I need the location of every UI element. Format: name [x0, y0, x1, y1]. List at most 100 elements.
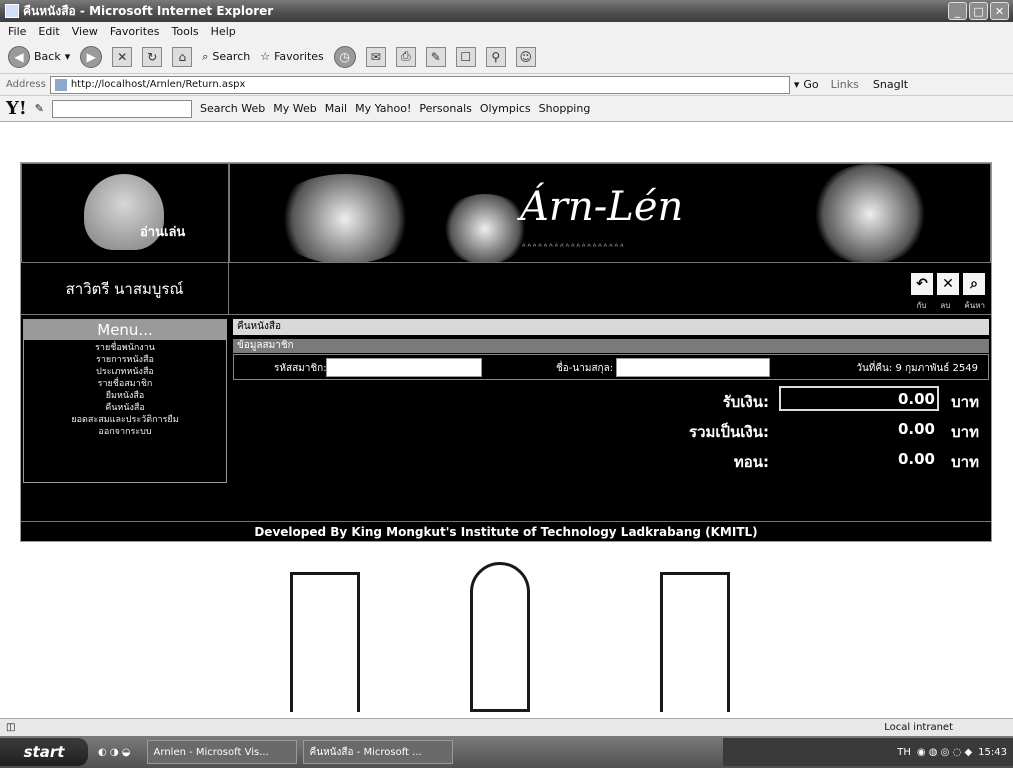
history-button[interactable]: ◷ [333, 45, 356, 68]
yahoo-item-my-yahoo[interactable]: My Yahoo! [355, 102, 411, 115]
tray-icons[interactable]: ◉ ◍ ◎ ◌ ◆ [917, 747, 972, 758]
member-name-input[interactable] [616, 358, 770, 377]
discuss-button[interactable]: ☐ [455, 46, 476, 67]
ie-icon [5, 4, 19, 18]
maximize-button[interactable]: □ [969, 2, 988, 20]
change-unit: บาท [951, 453, 979, 471]
banner-subtitle: ᴬᴬᴬᴬᴬᴬᴬᴬᴬᴬᴬᴬᴬᴬᴬᴬᴬᴬᴬ [522, 242, 626, 251]
page-status-icon: ◫ [6, 722, 16, 733]
address-input[interactable]: http://localhost/Arnlen/Return.aspx [49, 75, 790, 94]
menu-file[interactable]: File [8, 25, 26, 38]
research-button[interactable]: ⚲ [485, 46, 506, 67]
menu-title: Menu... [24, 320, 226, 340]
edit-button[interactable]: ✎ [425, 46, 446, 67]
yahoo-search-button[interactable]: Search Web [200, 102, 265, 115]
menu-edit[interactable]: Edit [38, 25, 59, 38]
site-banner: Árn-Lén ᴬᴬᴬᴬᴬᴬᴬᴬᴬᴬᴬᴬᴬᴬᴬᴬᴬᴬᴬ [229, 163, 991, 263]
browser-content: อ่านเล่น Árn-Lén ᴬᴬᴬᴬᴬᴬᴬᴬᴬᴬᴬᴬᴬᴬᴬᴬᴬᴬᴬ สาว… [0, 122, 1013, 718]
page-tools: ↶ ✕ ⌕ [911, 273, 985, 295]
yahoo-search-input[interactable] [51, 99, 192, 118]
delete-tool-icon[interactable]: ✕ [937, 273, 959, 295]
user-row: สาวิตรี นาสมบูรณ์ ↶ ✕ ⌕ กับ ลบ ค้นหา [21, 263, 991, 315]
yahoo-item-shopping[interactable]: Shopping [539, 102, 591, 115]
task-ie[interactable]: คืนหนังสือ - Microsoft ... [302, 740, 453, 764]
receive-value: 0.00 [897, 390, 935, 408]
side-menu: Menu... รายชื่อพนักงาน รายการหนังสือ ประ… [23, 319, 227, 483]
status-bar: ◫ Local intranet [0, 718, 1013, 736]
window-controls: _ □ ✕ [948, 2, 1009, 20]
total-row: รวมเป็นเงิน: 0.00 บาท [233, 416, 989, 442]
menu-item-books[interactable]: รายการหนังสือ [24, 354, 226, 366]
refresh-button[interactable]: ↻ [142, 46, 163, 67]
menu-item-return[interactable]: คืนหนังสือ [24, 402, 226, 414]
member-info-row: รหัสสมาชิก: ชื่อ-นามสกุล: วันที่คืน: 9 ก… [233, 354, 989, 380]
yahoo-item-mail[interactable]: Mail [325, 102, 347, 115]
yahoo-item-personals[interactable]: Personals [419, 102, 472, 115]
yahoo-logo[interactable]: Y! [6, 98, 27, 119]
address-dropdown-icon[interactable]: ▾ [794, 78, 800, 91]
change-row: ทอน: 0.00 บาท [233, 446, 989, 472]
forward-button[interactable]: ▶ [80, 45, 103, 68]
yahoo-item-my-web[interactable]: My Web [273, 102, 316, 115]
member-info-header: ข้อมูลสมาชิก [233, 339, 989, 353]
menu-item-logout[interactable]: ออกจากระบบ [24, 426, 226, 438]
menu-list: รายชื่อพนักงาน รายการหนังสือ ประเภทหนังส… [24, 340, 226, 438]
site-logo-panel: อ่านเล่น [21, 163, 229, 263]
stop-button[interactable]: ✕ [112, 46, 133, 67]
back-tool-label: กับ [916, 301, 927, 310]
page-footer: Developed By King Mongkut's Institute of… [21, 521, 991, 541]
receive-row: รับเงิน: 0.00 บาท [233, 386, 989, 412]
watermark-emblem [470, 562, 530, 712]
minimize-button[interactable]: _ [948, 2, 967, 20]
language-indicator[interactable]: TH [897, 747, 911, 758]
page-icon [54, 78, 67, 91]
clock: 15:43 [978, 746, 1007, 758]
menu-help[interactable]: Help [211, 25, 236, 38]
go-button[interactable]: Go [803, 78, 818, 91]
delete-tool-label: ลบ [940, 301, 951, 310]
menu-bar: File Edit View Favorites Tools Help [0, 22, 1013, 40]
menu-view[interactable]: View [72, 25, 98, 38]
flower-decoration [440, 194, 530, 262]
snagit-button[interactable]: SnagIt [873, 78, 908, 91]
close-button[interactable]: ✕ [990, 2, 1009, 20]
yahoo-item-olympics[interactable]: Olympics [480, 102, 531, 115]
back-label: Back [34, 50, 61, 63]
menu-tools[interactable]: Tools [172, 25, 199, 38]
taskbar: start ◐ ◑ ◒ Arnlen - Microsoft Vis... คื… [0, 736, 1013, 768]
menu-item-members[interactable]: รายชื่อสมาชิก [24, 378, 226, 390]
search-label: Search [212, 50, 251, 63]
links-button[interactable]: Links [831, 78, 859, 91]
search-tool-icon[interactable]: ⌕ [963, 273, 985, 295]
menu-item-book-types[interactable]: ประเภทหนังสือ [24, 366, 226, 378]
start-button[interactable]: start [0, 738, 88, 766]
quick-launch-icons[interactable]: ◐ ◑ ◒ [98, 747, 131, 758]
kmitl-watermark [180, 542, 820, 712]
window-title: คืนหนังสือ - Microsoft Internet Explorer [23, 3, 274, 18]
site-logo-text: อ่านเล่น [140, 225, 186, 240]
menu-favorites[interactable]: Favorites [110, 25, 160, 38]
menu-item-history[interactable]: ยอดสะสมและประวัติการยืม [24, 414, 226, 426]
browser-toolbar: ◀ Back ▾ ▶ ✕ ↻ ⌂ ⌕ Search ☆ Favorites ◷ … [0, 40, 1013, 74]
home-button[interactable]: ⌂ [172, 46, 193, 67]
return-form: คืนหนังสือ ข้อมูลสมาชิก รหัสสมาชิก: ชื่อ… [233, 319, 989, 472]
address-bar: Address http://localhost/Arnlen/Return.a… [0, 74, 1013, 96]
pencil-icon[interactable]: ✎ [35, 102, 44, 115]
task-visual-studio[interactable]: Arnlen - Microsoft Vis... [146, 740, 297, 764]
favorites-button[interactable]: ☆ Favorites [260, 50, 324, 63]
menu-item-employees[interactable]: รายชื่อพนักงาน [24, 342, 226, 354]
menu-item-borrow[interactable]: ยืมหนังสือ [24, 390, 226, 402]
back-dropdown-icon[interactable]: ▾ [65, 50, 71, 63]
member-id-input[interactable] [326, 358, 482, 377]
search-button[interactable]: ⌕ Search [202, 50, 250, 64]
title-bar: คืนหนังสือ - Microsoft Internet Explorer… [0, 0, 1013, 22]
print-button[interactable]: ⎙ [395, 46, 416, 67]
user-name: สาวิตรี นาสมบูรณ์ [21, 263, 229, 315]
flower-decoration [810, 164, 930, 262]
back-tool-icon[interactable]: ↶ [911, 273, 933, 295]
back-button[interactable]: ◀ Back ▾ [8, 45, 71, 68]
receive-unit: บาท [951, 393, 979, 411]
flower-decoration [270, 174, 420, 262]
messenger-button[interactable]: ☺ [515, 46, 536, 67]
mail-button[interactable]: ✉ [365, 46, 386, 67]
